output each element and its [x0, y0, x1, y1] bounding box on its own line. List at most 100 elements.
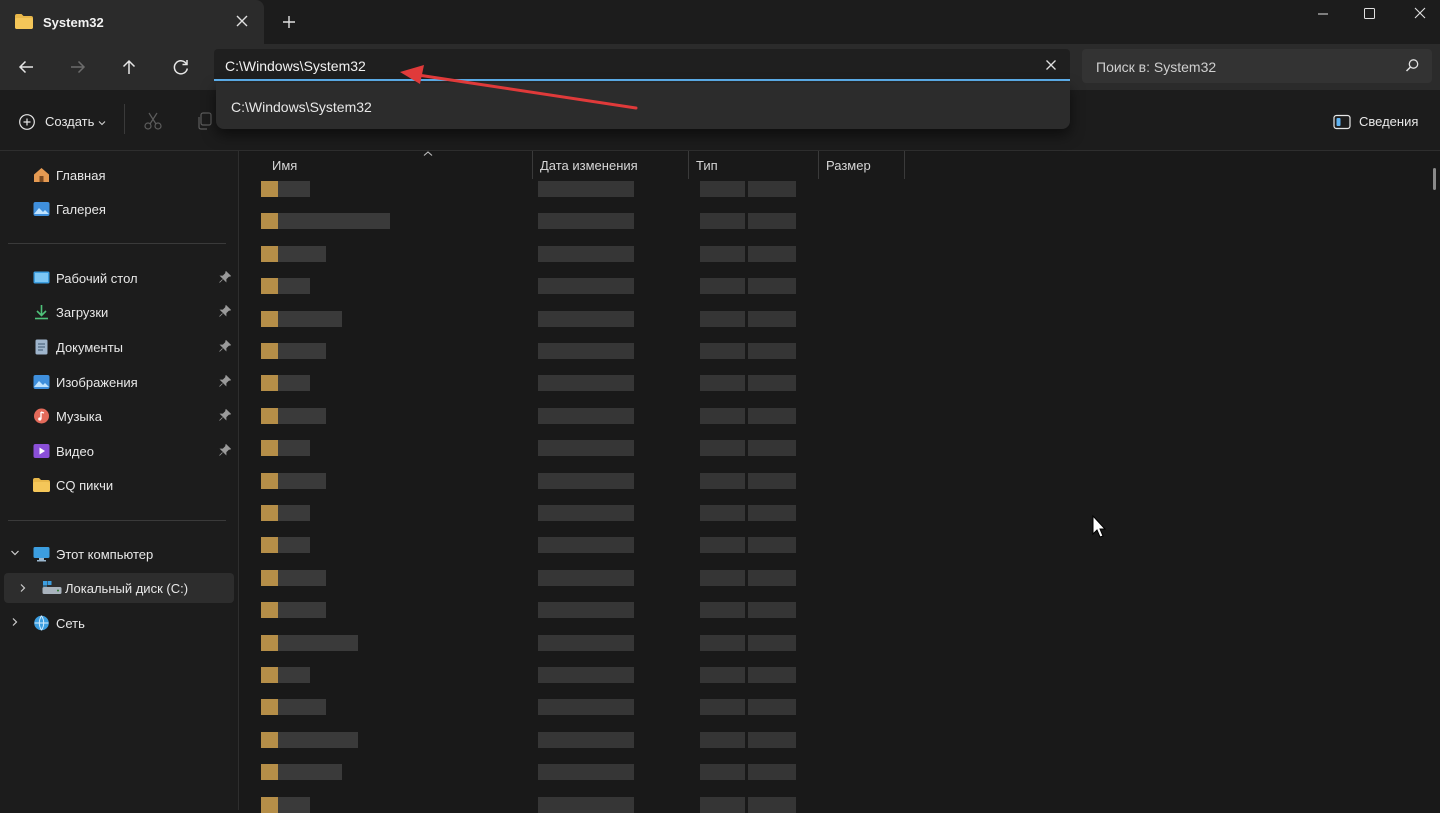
command-separator [124, 104, 125, 134]
table-row[interactable] [239, 796, 839, 813]
file-type-redacted [748, 602, 796, 619]
sidebar-item-local-disk[interactable]: Локальный диск (C:) [4, 573, 234, 603]
file-date-redacted [538, 667, 634, 683]
table-row[interactable] [239, 245, 839, 262]
file-date-redacted [538, 310, 634, 327]
sidebar-item-video[interactable]: Видео [0, 436, 236, 466]
file-type-redacted [748, 764, 796, 781]
search-icon[interactable] [1405, 58, 1420, 73]
sidebar-item-cq-pics[interactable]: CQ пикчи [0, 470, 236, 500]
copy-icon[interactable] [195, 111, 215, 131]
file-date-redacted [538, 537, 634, 554]
pin-icon[interactable] [219, 271, 231, 283]
minimize-button[interactable] [1296, 0, 1350, 30]
sidebar-item-home[interactable]: Главная [0, 160, 236, 190]
table-row[interactable] [239, 181, 839, 197]
table-row[interactable] [239, 505, 839, 521]
table-row[interactable] [239, 731, 839, 748]
sidebar-item-gallery[interactable]: Галерея [0, 194, 236, 224]
file-type-redacted [700, 278, 745, 295]
file-name-redacted [278, 375, 310, 392]
table-row[interactable] [239, 440, 839, 457]
sidebar-item-pictures[interactable]: Изображения [0, 367, 236, 397]
pin-icon[interactable] [219, 444, 231, 456]
file-type-redacted [700, 343, 745, 359]
address-text[interactable]: C:\Windows\System32 [225, 58, 366, 74]
file-name-redacted [278, 537, 310, 554]
table-row[interactable] [239, 343, 839, 359]
sidebar-item-desktop[interactable]: Рабочий стол [0, 263, 236, 293]
table-row[interactable] [239, 699, 839, 716]
chevron-right-icon[interactable] [18, 583, 28, 593]
file-type-redacted [700, 699, 745, 716]
folder-icon [33, 478, 50, 492]
table-row[interactable] [239, 764, 839, 781]
clear-address-icon[interactable] [1042, 56, 1060, 74]
cut-icon[interactable] [143, 111, 163, 131]
sidebar-item-this-pc[interactable]: Этот компьютер [0, 539, 236, 569]
sidebar-item-network[interactable]: Сеть [0, 608, 236, 638]
file-date-redacted [538, 375, 634, 392]
address-suggestion-item[interactable]: C:\Windows\System32 [231, 99, 372, 115]
table-row[interactable] [239, 472, 839, 489]
file-name-redacted [278, 634, 358, 651]
forward-button[interactable] [62, 51, 94, 83]
column-divider[interactable] [688, 151, 689, 179]
table-row[interactable] [239, 213, 839, 230]
folder-icon [261, 343, 278, 359]
back-button[interactable] [10, 51, 42, 83]
table-row[interactable] [239, 569, 839, 586]
address-bar[interactable]: C:\Windows\System32 [214, 49, 1070, 81]
chevron-right-icon[interactable] [10, 617, 20, 627]
maximize-button[interactable] [1343, 0, 1397, 30]
column-header-name[interactable]: Имя [266, 151, 532, 179]
table-row[interactable] [239, 602, 839, 619]
vertical-scrollbar[interactable] [1433, 168, 1436, 190]
pin-icon[interactable] [219, 375, 231, 387]
table-row[interactable] [239, 634, 839, 651]
folder-icon [261, 278, 278, 295]
plus-circle-icon [19, 114, 35, 130]
file-date-redacted [538, 245, 634, 262]
file-type-redacted [700, 764, 745, 781]
column-header-type[interactable]: Тип [690, 151, 818, 179]
file-type-redacted [748, 796, 796, 813]
file-type-redacted [700, 731, 745, 748]
file-name-redacted [278, 569, 326, 586]
file-name-redacted [278, 699, 326, 716]
sidebar-item-downloads[interactable]: Загрузки [0, 297, 236, 327]
table-row[interactable] [239, 537, 839, 554]
search-box[interactable]: Поиск в: System32 [1082, 49, 1432, 83]
search-input[interactable]: Поиск в: System32 [1096, 59, 1216, 75]
file-type-redacted [748, 310, 796, 327]
chevron-down-icon[interactable] [10, 548, 20, 558]
file-date-redacted [538, 505, 634, 521]
table-row[interactable] [239, 667, 839, 683]
sidebar-item-label: Главная [56, 168, 106, 183]
column-divider[interactable] [532, 151, 533, 179]
column-header-date[interactable]: Дата изменения [534, 151, 688, 179]
column-divider[interactable] [818, 151, 819, 179]
tab-system32[interactable]: System32 [0, 0, 264, 44]
refresh-button[interactable] [165, 51, 197, 83]
table-row[interactable] [239, 407, 839, 424]
file-date-redacted [538, 699, 634, 716]
pin-icon[interactable] [219, 305, 231, 317]
close-tab-icon[interactable] [229, 8, 255, 34]
column-header-size[interactable]: Размер [820, 151, 904, 179]
sidebar-item-label: CQ пикчи [56, 478, 114, 493]
file-type-redacted [748, 181, 796, 197]
sidebar-item-documents[interactable]: Документы [0, 332, 236, 362]
table-row[interactable] [239, 310, 839, 327]
downloads-icon [35, 305, 48, 320]
sidebar-item-music[interactable]: Музыка [0, 401, 236, 431]
table-row[interactable] [239, 278, 839, 295]
file-name-redacted [278, 796, 310, 813]
pin-icon[interactable] [219, 409, 231, 421]
new-tab-button[interactable] [276, 9, 302, 35]
close-window-button[interactable] [1393, 0, 1440, 30]
table-row[interactable] [239, 375, 839, 392]
up-button[interactable] [113, 51, 145, 83]
pin-icon[interactable] [219, 340, 231, 352]
column-divider[interactable] [904, 151, 905, 179]
